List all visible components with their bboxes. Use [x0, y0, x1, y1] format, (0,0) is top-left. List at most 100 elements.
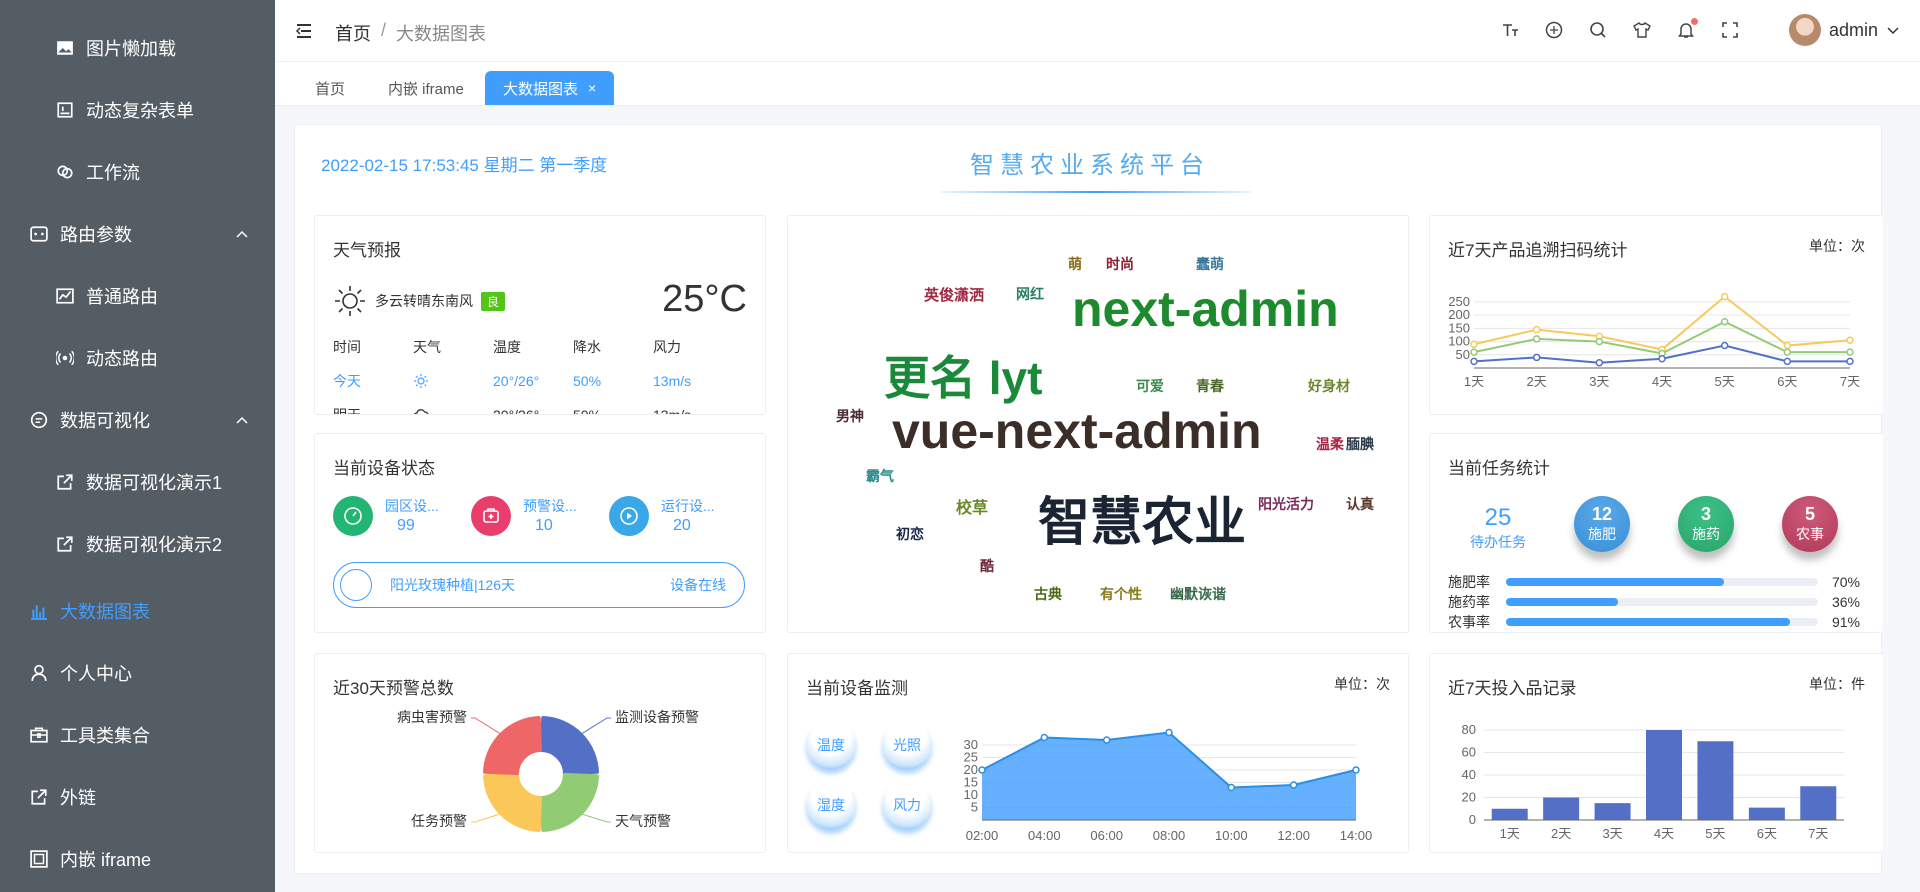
- sidebar-item-data-visual-demo2[interactable]: 数据可视化演示2: [0, 513, 275, 575]
- card-title: 当前设备状态: [333, 459, 435, 478]
- x-tick-label: 10:00: [1215, 828, 1248, 843]
- data-point: [1720, 341, 1729, 350]
- forecast-row: 明天 20°/26° 50% 13m/s: [333, 398, 733, 415]
- user-menu[interactable]: admin: [1788, 14, 1900, 46]
- card-title: 当前任务统计: [1448, 459, 1550, 478]
- y-tick-label: 200: [1448, 307, 1470, 322]
- breadcrumb-home[interactable]: 首页: [335, 20, 371, 46]
- task-ball-pesticide[interactable]: 3 施药: [1678, 496, 1734, 552]
- sidebar-item-iframe[interactable]: 内嵌 iframe: [0, 828, 275, 890]
- fullscreen-icon[interactable]: [1720, 20, 1740, 40]
- rate-fill: [1505, 578, 1725, 586]
- tab-label: 内嵌 iframe: [388, 80, 464, 98]
- sidebar-item-label: 内嵌 iframe: [60, 850, 152, 870]
- word-cloud-word: next-admin: [1072, 281, 1339, 337]
- device-status-item[interactable]: 运行设... 20: [609, 496, 747, 536]
- label-line: [471, 717, 502, 735]
- device-status-item[interactable]: 园区设... 99: [333, 496, 471, 536]
- forecast-row: 今天 20°/26° 50% 13m/s: [333, 364, 733, 398]
- word-cloud-word: 网红: [1016, 286, 1044, 302]
- sidebar-item-personal-center[interactable]: 个人中心: [0, 642, 275, 704]
- language-icon[interactable]: [1544, 20, 1564, 40]
- bell-icon[interactable]: [1676, 18, 1698, 40]
- x-tick-label: 7天: [1808, 826, 1828, 841]
- slice-label: 监测设备预警: [615, 709, 699, 725]
- sidebar-item-tools[interactable]: 工具类集合: [0, 704, 275, 766]
- tab-home[interactable]: 首页: [297, 71, 363, 105]
- sidebar-item-normal-route[interactable]: 普通路由: [0, 265, 275, 327]
- humidity-button[interactable]: 湿度: [806, 780, 856, 830]
- sidebar-item-dynamic-route[interactable]: 动态路由: [0, 327, 275, 389]
- weather-text: 多云转晴东南风: [375, 293, 473, 309]
- data-visual-icon: [30, 411, 48, 429]
- device-status-value: 99: [397, 517, 415, 534]
- chevron-down-icon: [1887, 27, 1899, 35]
- word-cloud-word: 校草: [956, 500, 989, 517]
- wind-button[interactable]: 风力: [882, 780, 932, 830]
- data-point: [1783, 357, 1792, 366]
- card-title: 近7天产品追溯扫码统计: [1448, 241, 1628, 260]
- sidebar-item-workflow[interactable]: 工作流: [0, 141, 275, 203]
- light-button[interactable]: 光照: [882, 720, 932, 770]
- planting-status-pill[interactable]: 阳光玫瑰种植|126天 设备在线: [333, 562, 745, 608]
- sidebar-item-label: 工作流: [86, 163, 140, 183]
- search-icon[interactable]: [1588, 20, 1608, 40]
- data-point: [1720, 292, 1729, 301]
- data-point: [1532, 353, 1541, 362]
- data-point: [1783, 348, 1792, 356]
- x-tick-label: 7天: [1840, 374, 1860, 389]
- data-point: [1470, 348, 1478, 356]
- sidebar-item-route-params[interactable]: 路由参数: [0, 203, 275, 265]
- sidebar-item-data-visual[interactable]: 数据可视化: [0, 389, 275, 451]
- word-cloud-word: 温柔: [1316, 436, 1344, 452]
- data-point: [1532, 325, 1541, 334]
- external-link-icon: [30, 788, 48, 806]
- word-cloud-word: 有个性: [1100, 586, 1142, 602]
- device-status-item[interactable]: 预警设... 10: [471, 496, 609, 536]
- sidebar-item-label: 数据可视化演示2: [86, 535, 223, 555]
- username: admin: [1828, 19, 1878, 40]
- sidebar: 图片懒加载 动态复杂表单 工作流 路由参数 普通路由 动态路由 数据可视化 数据…: [0, 0, 275, 892]
- word-cloud-word: 古典: [1034, 586, 1062, 602]
- y-tick-label: 50: [1456, 347, 1470, 362]
- col-header: 时间: [333, 339, 361, 355]
- device-status-card: 当前设备状态 园区设... 99 预警设... 10 运行设... 20 阳光玫瑰种植…: [314, 433, 766, 633]
- sidebar-item-data-visual-demo1[interactable]: 数据可视化演示1: [0, 451, 275, 513]
- word-cloud-word: 男神: [836, 408, 864, 424]
- task-ball-value: 5: [1804, 504, 1815, 524]
- tab-iframe[interactable]: 内嵌 iframe: [370, 71, 482, 105]
- menu-fold-icon[interactable]: [295, 22, 313, 40]
- weather-card: 天气预报 多云转晴东南风 良 25°C 时间 天气 温度 降水 风力 今天 20…: [314, 215, 766, 415]
- sidebar-item-label: 图片懒加载: [86, 39, 176, 59]
- sidebar-item-big-data-chart[interactable]: 大数据图表: [0, 580, 275, 642]
- rate-label: 农事率: [1448, 614, 1490, 630]
- sidebar-item-dynamic-form[interactable]: 动态复杂表单: [0, 79, 275, 141]
- forecast-time: 今天: [333, 373, 361, 389]
- rate-track: [1505, 618, 1818, 626]
- sidebar-item-lazy-image[interactable]: 图片懒加载: [0, 17, 275, 79]
- font-size-icon[interactable]: [1500, 20, 1520, 40]
- sidebar-item-external-link[interactable]: 外链: [0, 766, 275, 828]
- word-cloud-word: 腼腆: [1346, 436, 1374, 452]
- task-ball-value: 12: [1591, 504, 1613, 524]
- avatar: [1788, 14, 1821, 46]
- normal-route-icon: [56, 287, 74, 305]
- datetime: 2022-02-15 17:53:45 星期二 第一季度: [321, 156, 608, 175]
- device-status-value: 20: [673, 517, 691, 534]
- word-cloud-word: 更名 lyt: [884, 352, 1043, 404]
- picture-icon: [56, 39, 74, 57]
- forecast-temp: 20°/26°: [493, 407, 540, 415]
- medical-kit-icon: [471, 496, 511, 536]
- area-fill: [982, 732, 1356, 820]
- temperature-button[interactable]: 温度: [806, 720, 856, 770]
- task-ball-fertilize[interactable]: 12 施肥: [1574, 496, 1630, 552]
- tab-big-data-chart[interactable]: 大数据图表 ×: [485, 71, 615, 105]
- close-icon[interactable]: ×: [588, 80, 596, 96]
- task-ball-farming[interactable]: 5 农事: [1782, 496, 1838, 552]
- x-tick-label: 02:00: [966, 828, 999, 843]
- unit-label: 单位：件: [1809, 676, 1865, 692]
- theme-shirt-icon[interactable]: [1632, 20, 1652, 40]
- sun-icon: [335, 286, 365, 316]
- play-icon: [609, 496, 649, 536]
- chevron-up-icon: [236, 230, 248, 238]
